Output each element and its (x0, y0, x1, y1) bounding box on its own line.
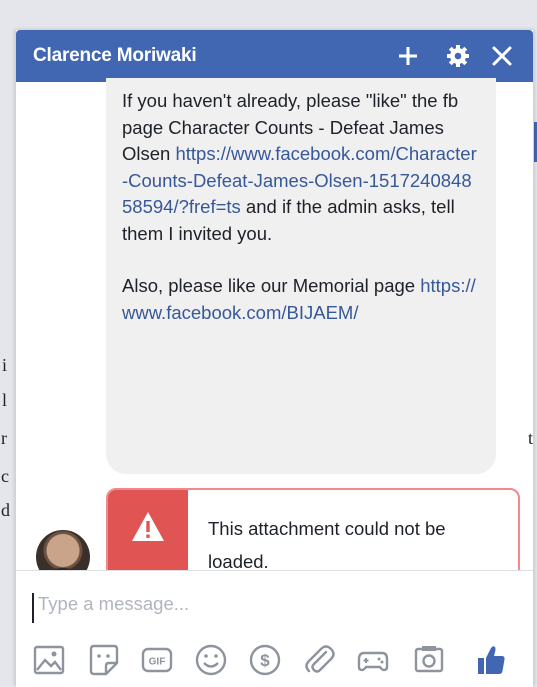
payment-icon[interactable]: $ (248, 643, 282, 677)
background-text-fragment: i (2, 355, 8, 375)
message-list[interactable]: If you haven't already, please "like" th… (16, 78, 533, 622)
camera-icon[interactable] (412, 643, 446, 677)
error-text: This attachment could not be loaded. (208, 518, 446, 572)
background-text-fragment: c (1, 466, 9, 486)
background-text-fragment: r (1, 428, 7, 448)
close-icon[interactable] (488, 42, 516, 70)
emoji-icon[interactable] (194, 643, 228, 677)
background-text-fragment: l (2, 390, 8, 410)
message-text-part: Also, please like our Memorial page (122, 275, 421, 296)
attachment-icon[interactable] (302, 643, 336, 677)
chat-window: Clarence Moriwaki If you haven't already… (15, 30, 534, 687)
game-icon[interactable] (356, 643, 390, 677)
svg-text:$: $ (260, 651, 270, 670)
gif-icon[interactable]: GIF (140, 643, 174, 677)
message-text: If you haven't already, please "like" th… (122, 88, 480, 247)
photo-icon[interactable] (32, 643, 66, 677)
message-text: Also, please like our Memorial page http… (122, 273, 480, 326)
chat-header[interactable]: Clarence Moriwaki (16, 30, 533, 82)
background-text-fragment: t (528, 428, 534, 448)
sticker-icon[interactable] (87, 643, 121, 677)
gear-icon[interactable] (444, 42, 472, 70)
contact-name[interactable]: Clarence Moriwaki (33, 45, 197, 67)
warning-icon (132, 512, 164, 541)
message-bubble: If you haven't already, please "like" th… (106, 78, 496, 474)
composer-toolbar: GIF $ (32, 643, 522, 677)
svg-text:GIF: GIF (149, 657, 166, 668)
message-input[interactable]: Type a message... (32, 593, 518, 623)
background-text-fragment: d (1, 500, 10, 520)
plus-icon[interactable] (394, 42, 422, 70)
like-icon[interactable] (474, 643, 508, 677)
composer: Type a message... GIF $ (16, 570, 533, 687)
